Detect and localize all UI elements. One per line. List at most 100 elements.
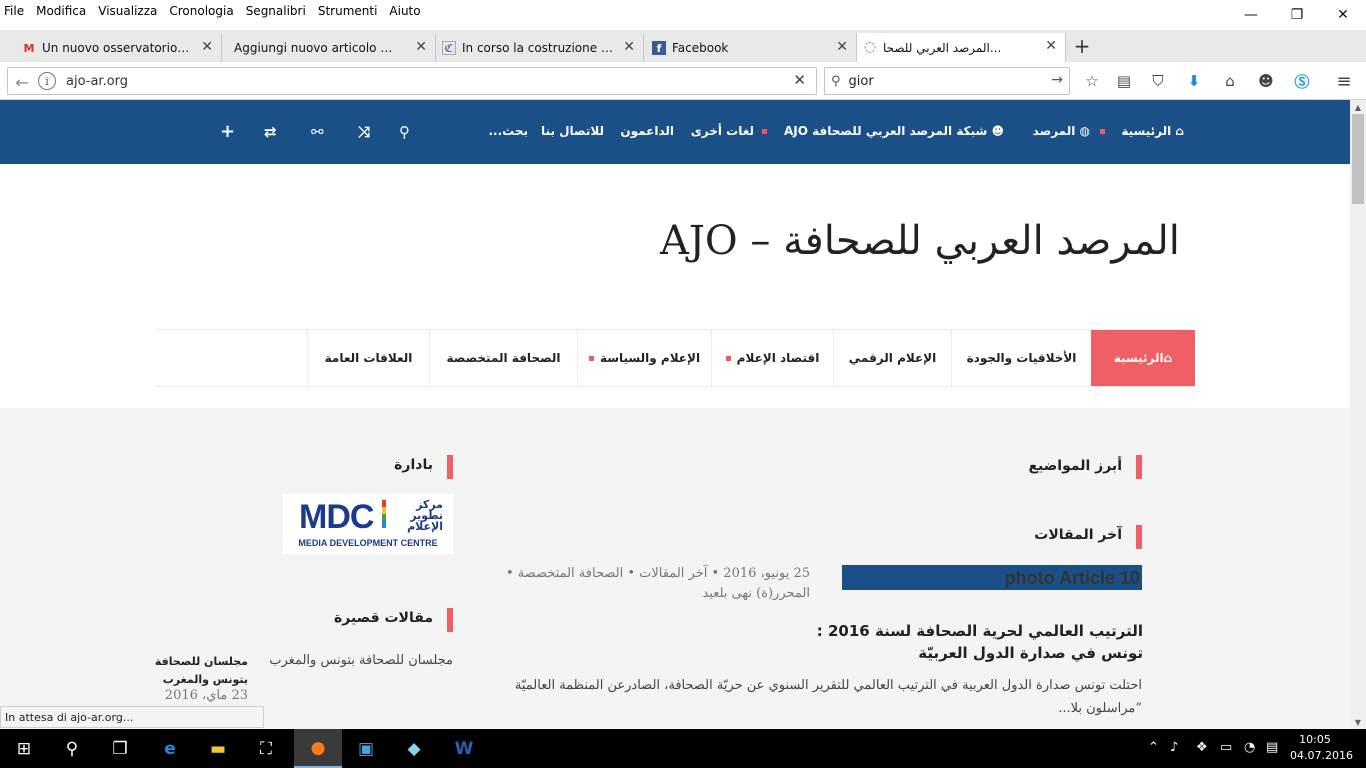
article-title[interactable]: الترتيب العالمي لحرية الصحافة لسنة 2016 … xyxy=(800,620,1143,664)
edge-icon[interactable]: e xyxy=(146,729,194,768)
pocket-icon[interactable]: ⛉ xyxy=(1147,70,1169,92)
volume-icon[interactable]: ♪ xyxy=(1170,740,1178,755)
back-arrow-icon[interactable]: ← xyxy=(12,72,32,92)
topnav-search-field[interactable]: بحث... xyxy=(488,124,528,138)
system-clock[interactable]: 10:05 04.07.2016 xyxy=(1290,732,1353,764)
topnav-dot xyxy=(1100,129,1105,134)
article-author[interactable]: المحرر(ة) نهى بلعيد xyxy=(702,586,810,601)
users-icon: ☻ xyxy=(991,124,1004,138)
scroll-up-icon[interactable]: ▲ xyxy=(1350,100,1366,114)
clock-date: 04.07.2016 xyxy=(1290,749,1353,762)
reading-list-icon[interactable]: ▤ xyxy=(1113,70,1135,92)
dropbox-icon[interactable]: ❖ xyxy=(1196,740,1208,755)
menu-cronologia[interactable]: Cronologia xyxy=(163,4,239,18)
page-scrollbar[interactable]: ▲ ▼ xyxy=(1350,100,1366,729)
new-tab-icon[interactable]: + xyxy=(1070,34,1094,58)
topnav-supporters[interactable]: الداعمون xyxy=(620,124,674,138)
search-go-icon[interactable]: → xyxy=(1051,72,1063,88)
site-icon: ℭ xyxy=(442,41,456,55)
switch-icon[interactable]: ⇄ xyxy=(264,123,277,141)
search-bar[interactable]: ⚲ gior → xyxy=(824,67,1070,95)
word-icon[interactable]: W xyxy=(440,729,488,768)
emoji-icon[interactable]: ☻ xyxy=(1255,70,1277,92)
url-text[interactable]: ajo-ar.org xyxy=(66,74,128,89)
site-info-icon[interactable]: i xyxy=(38,72,56,90)
tab-wordpress[interactable]: Aggiungi nuovo articolo ‹ Etici... ✕ xyxy=(222,34,436,62)
short-article-title[interactable]: مجلسان للصحافة بتونس والمغرب xyxy=(150,653,248,689)
topnav-languages[interactable]: لغات أخرى xyxy=(691,124,754,138)
mdc-logo[interactable]: MDC مركز تطوير الإعلام MEDIA DEVELOPMENT… xyxy=(283,494,453,554)
plus-icon[interactable]: + xyxy=(220,121,235,142)
task-view-icon[interactable]: ❐ xyxy=(96,729,144,768)
windows-taskbar: ⊞ ⚲ ❐ e ▬ ⛶ ● ▣ ◆ W ⌃ ♪ ❖ ▭ ◔ ▤ 10:05 04… xyxy=(0,729,1366,768)
mainnav-politics[interactable]: الإعلام والسياسة xyxy=(577,330,711,386)
home-icon: ⌂ xyxy=(1175,124,1184,138)
mainnav-digital[interactable]: الإعلام الرقمي xyxy=(833,330,951,386)
windows-start-icon[interactable]: ⊞ xyxy=(0,729,48,768)
home-icon[interactable]: ⌂ xyxy=(1219,70,1241,92)
topnav-contact[interactable]: للاتصال بنا xyxy=(541,124,604,138)
menu-modifica[interactable]: Modifica xyxy=(30,4,92,18)
skype-icon[interactable]: Ⓢ xyxy=(1291,70,1313,92)
tab-gmail[interactable]: M Un nuovo osservatorio sul... ✕ xyxy=(16,34,222,62)
close-tab-icon[interactable]: ✕ xyxy=(1045,38,1057,54)
mainnav-ethics[interactable]: الأخلاقيات والجودة xyxy=(951,330,1091,386)
topnav-network[interactable]: ☻ شبكة المرصد العربي للصحافة AJO xyxy=(784,124,1004,138)
short-article-link[interactable]: مجلسان للصحافة بتونس والمغرب xyxy=(260,653,453,668)
file-explorer-icon[interactable]: ▬ xyxy=(194,729,242,768)
menu-segnalibri[interactable]: Segnalibri xyxy=(240,4,312,18)
link-icon[interactable]: ⚯ xyxy=(311,123,324,141)
tab-title: Un nuovo osservatorio sul... xyxy=(42,41,210,55)
downloads-icon[interactable]: ⬇ xyxy=(1183,70,1205,92)
menu-aiuto[interactable]: Aiuto xyxy=(383,4,426,18)
hamburger-menu-icon[interactable]: ≡ xyxy=(1333,70,1355,92)
search-icon[interactable]: ⚲ xyxy=(399,123,410,141)
close-tab-icon[interactable]: ✕ xyxy=(415,39,427,55)
tab-facebook[interactable]: f Facebook ✕ xyxy=(646,34,856,62)
topnav-observatory[interactable]: ◍ المرصد xyxy=(1033,124,1090,138)
tray-chevron-icon[interactable]: ⌃ xyxy=(1148,740,1159,755)
close-tab-icon[interactable]: ✕ xyxy=(201,39,213,55)
mdc-logo-stripes xyxy=(382,500,386,528)
status-bar: In attesa di ajo-ar.org... xyxy=(0,706,264,728)
site-title[interactable]: المرصد العربي للصحافة – AJO xyxy=(660,218,1180,264)
close-tab-icon[interactable]: ✕ xyxy=(623,39,635,55)
scroll-thumb[interactable] xyxy=(1352,114,1364,204)
notifications-icon[interactable]: ▤ xyxy=(1266,740,1278,755)
close-tab-icon[interactable]: ✕ xyxy=(836,39,848,55)
tab-costruzione[interactable]: ℭ In corso la costruzione del... ✕ xyxy=(436,34,644,62)
short-article-date: 23 ماي، 2016 xyxy=(164,688,248,703)
clear-url-icon[interactable]: ✕ xyxy=(793,71,806,89)
notepad-icon[interactable]: ◆ xyxy=(390,729,438,768)
mainnav-home[interactable]: ⌂ الرئيسية xyxy=(1091,330,1195,386)
search-icon[interactable]: ⚲ xyxy=(48,729,96,768)
url-bar[interactable]: ← i ajo-ar.org ✕ xyxy=(7,67,817,95)
store-icon[interactable]: ⛶ xyxy=(242,729,290,768)
battery-icon[interactable]: ▭ xyxy=(1220,740,1232,755)
search-icon: ⚲ xyxy=(831,73,841,89)
mainnav-pr[interactable]: العلاقات العامة xyxy=(307,330,429,386)
wifi-icon[interactable]: ◔ xyxy=(1244,740,1255,755)
mainnav-specialized[interactable]: الصحافة المتخصصة xyxy=(429,330,577,386)
article-photo[interactable]: photo Article 10 xyxy=(842,565,1142,590)
app-window-icon[interactable]: ▣ xyxy=(342,729,390,768)
topnav-home[interactable]: ⌂ الرئيسية xyxy=(1121,124,1184,138)
scroll-down-icon[interactable]: ▼ xyxy=(1350,715,1366,729)
menu-file[interactable]: File xyxy=(0,4,30,18)
article-meta: 25 يونيو، 2016 • آخر المقالات • الصحافة … xyxy=(505,566,810,581)
bookmark-star-icon[interactable]: ☆ xyxy=(1081,70,1103,92)
maximize-icon[interactable]: ❐ xyxy=(1274,0,1320,30)
close-window-icon[interactable]: ✕ xyxy=(1320,0,1366,30)
submenu-dot xyxy=(588,355,594,361)
tab-ajo-active[interactable]: ◌ المرصد العربي للصحا... ✕ xyxy=(856,33,1066,63)
menu-visualizza[interactable]: Visualizza xyxy=(92,4,163,18)
mainnav-economy[interactable]: اقتصاد الإعلام xyxy=(711,330,833,386)
topnav-dot xyxy=(762,129,767,134)
random-icon[interactable]: ⤨ xyxy=(358,123,370,141)
minimize-icon[interactable]: — xyxy=(1228,0,1274,30)
section-accent xyxy=(1136,455,1142,479)
firefox-icon[interactable]: ● xyxy=(294,729,342,768)
search-input[interactable]: gior xyxy=(849,74,874,89)
menu-bar: File Modifica Visualizza Cronologia Segn… xyxy=(0,0,1366,22)
menu-strumenti[interactable]: Strumenti xyxy=(312,4,384,18)
